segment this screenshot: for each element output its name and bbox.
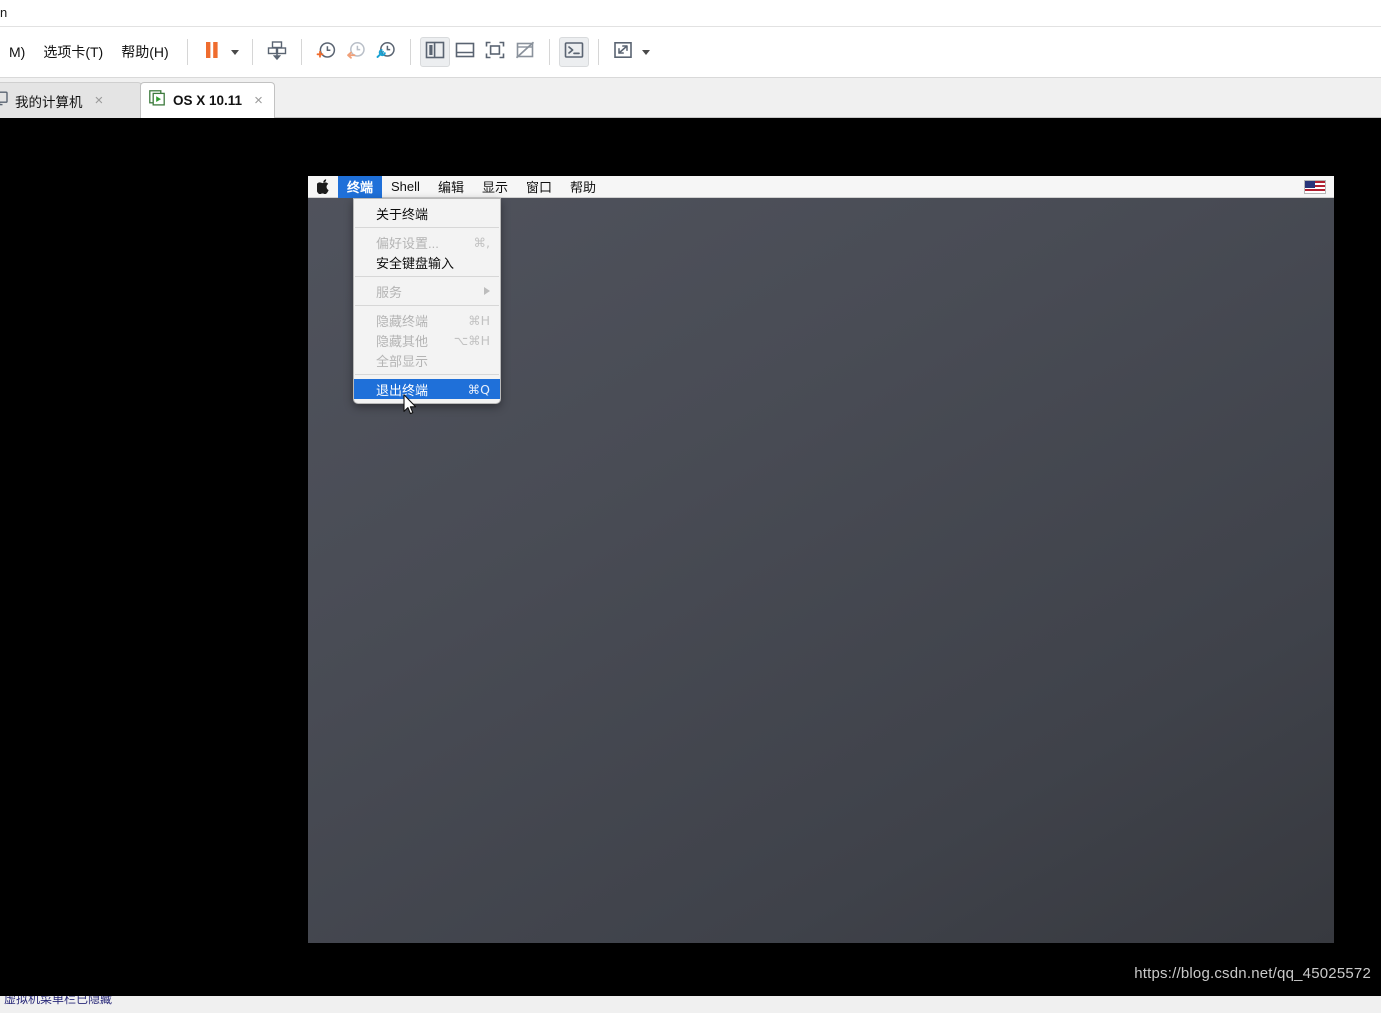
menuitem-label: 偏好设置... <box>376 235 439 251</box>
host-status-bar: 虚拟机菜单栏已隐藏 <box>0 996 1381 1013</box>
mac-menu-terminal[interactable]: 终端 <box>338 176 383 198</box>
snapshot-add-clock-icon <box>315 39 337 66</box>
menuitem-shortcut: ⌘, <box>473 234 490 250</box>
vmware-workstation-window: n M) 选项卡(T) 帮助(H) 我的计算机 × OS X 10.11 × 终… <box>0 0 1381 1013</box>
menuitem-label: 服务 <box>376 284 403 300</box>
menu-separator <box>355 374 499 375</box>
mac-menu-view[interactable]: 显示 <box>473 176 517 198</box>
menuitem-label: 退出终端 <box>376 382 429 398</box>
apple-logo-icon[interactable] <box>308 176 338 198</box>
menuitem-hide-terminal[interactable]: 隐藏终端 ⌘H <box>354 310 500 330</box>
revert-snapshot-button[interactable] <box>341 37 371 67</box>
mac-menu-shell[interactable]: Shell <box>382 176 429 198</box>
sidebar-panel-icon <box>425 41 445 64</box>
host-window-title: n <box>0 5 8 20</box>
pause-icon <box>203 40 221 65</box>
stretch-view-button[interactable] <box>608 37 638 67</box>
suspend-vm-button[interactable] <box>262 37 292 67</box>
mac-menu-window[interactable]: 窗口 <box>517 176 561 198</box>
us-flag-input-source-icon[interactable] <box>1304 179 1326 194</box>
menuitem-label: 隐藏终端 <box>376 313 429 329</box>
toolbar-separator-3 <box>300 39 302 65</box>
stretch-dropdown-caret[interactable] <box>638 37 654 67</box>
toolbar-separator-4 <box>409 39 411 65</box>
terminal-app-menu-dropdown[interactable]: 关于终端 偏好设置... ⌘, 安全键盘输入 服务 隐藏终端 ⌘H 隐藏其他 ⌥… <box>353 198 501 404</box>
snapshot-manager-button[interactable] <box>371 37 401 67</box>
unity-window-slash-icon <box>515 41 535 64</box>
tab-os-x-10-11[interactable]: OS X 10.11 × <box>140 82 275 118</box>
fullscreen-brackets-icon <box>485 41 505 64</box>
console-view-button[interactable] <box>558 37 589 67</box>
menuitem-shortcut: ⌘H <box>468 312 490 328</box>
menuitem-hide-others[interactable]: 隐藏其他 ⌥⌘H <box>354 330 500 350</box>
unity-mode-button[interactable] <box>510 37 540 67</box>
toolbar-separator-6 <box>597 39 599 65</box>
menuitem-show-all[interactable]: 全部显示 <box>354 350 500 370</box>
menuitem-label: 安全键盘输入 <box>376 255 455 271</box>
mac-menu-edit[interactable]: 编辑 <box>429 176 473 198</box>
host-menubar: M) 选项卡(T) 帮助(H) <box>0 27 178 77</box>
menuitem-preferences[interactable]: 偏好设置... ⌘, <box>354 232 500 252</box>
menuitem-label: 全部显示 <box>376 353 429 369</box>
tab-label: OS X 10.11 <box>173 93 243 108</box>
mac-menu-bar-status-area <box>1304 179 1334 194</box>
tab-my-computer[interactable]: 我的计算机 × <box>0 82 142 118</box>
menuitem-about-terminal[interactable]: 关于终端 <box>354 203 500 223</box>
show-library-button[interactable] <box>419 37 450 67</box>
host-menu-toolbar-strip: M) 选项卡(T) 帮助(H) <box>0 27 1381 78</box>
toolbar-separator-5 <box>548 39 550 65</box>
menuitem-label: 隐藏其他 <box>376 333 429 349</box>
tab-label: 我的计算机 <box>15 94 83 110</box>
menuitem-shortcut: ⌘Q <box>467 381 490 397</box>
toolbar-separator-1 <box>186 39 188 65</box>
tab-close-button[interactable]: × <box>93 93 106 108</box>
menu-tabs[interactable]: 选项卡(T) <box>34 38 112 66</box>
menu-separator <box>355 227 499 228</box>
chevron-down-icon <box>641 49 650 55</box>
diagonal-arrows-icon <box>613 41 633 64</box>
vm-display-stage[interactable]: 终端 Shell 编辑 显示 窗口 帮助 关于终端 偏好设置... ⌘, 安全键… <box>0 118 1381 996</box>
snapshot-manage-clock-icon <box>375 39 397 66</box>
terminal-prompt-icon <box>564 41 584 64</box>
bottom-panel-icon <box>455 41 475 64</box>
vm-play-icon <box>149 90 166 111</box>
host-title-bar: n <box>0 0 1381 27</box>
toolbar-separator-2 <box>251 39 253 65</box>
menu-separator <box>355 276 499 277</box>
tab-close-button[interactable]: × <box>252 93 265 108</box>
monitor-icon <box>0 91 8 111</box>
mac-menu-help[interactable]: 帮助 <box>561 176 605 198</box>
menu-vm-partial[interactable]: M) <box>0 40 34 64</box>
menuitem-quit-terminal[interactable]: 退出终端 ⌘Q <box>354 379 500 399</box>
guest-os-screen[interactable]: 终端 Shell 编辑 显示 窗口 帮助 关于终端 偏好设置... ⌘, 安全键… <box>308 176 1334 943</box>
suspend-download-icon <box>266 39 288 66</box>
take-snapshot-button[interactable] <box>311 37 341 67</box>
pause-dropdown-caret[interactable] <box>227 37 243 67</box>
menuitem-secure-keyboard-entry[interactable]: 安全键盘输入 <box>354 252 500 272</box>
menuitem-label: 关于终端 <box>376 206 429 222</box>
menu-separator <box>355 305 499 306</box>
fullscreen-button[interactable] <box>480 37 510 67</box>
chevron-down-icon <box>230 49 239 55</box>
submenu-arrow-icon <box>484 287 490 295</box>
menu-help[interactable]: 帮助(H) <box>112 38 177 66</box>
show-thumbnail-bar-button[interactable] <box>450 37 480 67</box>
mac-menu-bar: 终端 Shell 编辑 显示 窗口 帮助 <box>308 176 1334 198</box>
blog-watermark: https://blog.csdn.net/qq_45025572 <box>1134 965 1371 982</box>
snapshot-revert-clock-icon <box>345 39 367 66</box>
menuitem-shortcut: ⌥⌘H <box>453 332 490 348</box>
pause-vm-button[interactable] <box>197 37 227 67</box>
vm-tab-bar: 我的计算机 × OS X 10.11 × <box>0 78 1381 118</box>
status-bar-text: 虚拟机菜单栏已隐藏 <box>4 996 113 1006</box>
menuitem-services[interactable]: 服务 <box>354 281 500 301</box>
